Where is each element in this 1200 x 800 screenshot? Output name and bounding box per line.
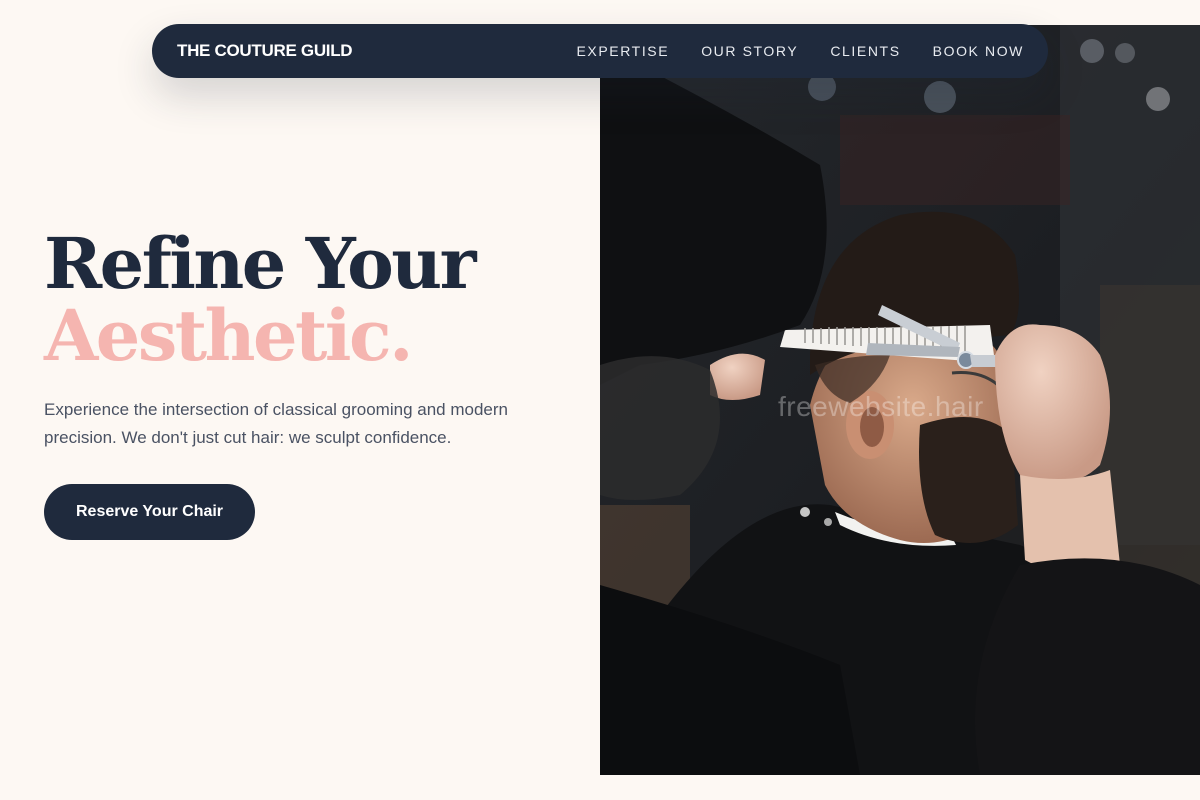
nav-link-clients[interactable]: CLIENTS bbox=[830, 43, 900, 59]
brand-logo[interactable]: THE COUTURE GUILD bbox=[177, 41, 353, 61]
hero-headline: Refine Your Aesthetic. bbox=[44, 228, 564, 372]
headline-line-2: Aesthetic. bbox=[44, 294, 413, 377]
headline-line-1: Refine Your bbox=[44, 222, 477, 305]
page: freewebsite.hair THE COUTURE GUILD EXPER… bbox=[0, 0, 1200, 800]
nav-links: EXPERTISE OUR STORY CLIENTS BOOK NOW bbox=[544, 43, 1024, 59]
image-watermark: freewebsite.hair bbox=[778, 391, 984, 422]
reserve-chair-button[interactable]: Reserve Your Chair bbox=[44, 484, 256, 540]
nav-link-book-now[interactable]: BOOK NOW bbox=[933, 43, 1024, 59]
nav-link-our-story[interactable]: OUR STORY bbox=[701, 43, 798, 59]
hero-copy: Refine Your Aesthetic. Experience the in… bbox=[44, 228, 564, 540]
top-nav: THE COUTURE GUILD EXPERTISE OUR STORY CL… bbox=[152, 24, 1048, 78]
hero-image: freewebsite.hair bbox=[600, 25, 1200, 775]
hero-description: Experience the intersection of classical… bbox=[44, 400, 508, 447]
nav-link-expertise[interactable]: EXPERTISE bbox=[576, 43, 669, 59]
